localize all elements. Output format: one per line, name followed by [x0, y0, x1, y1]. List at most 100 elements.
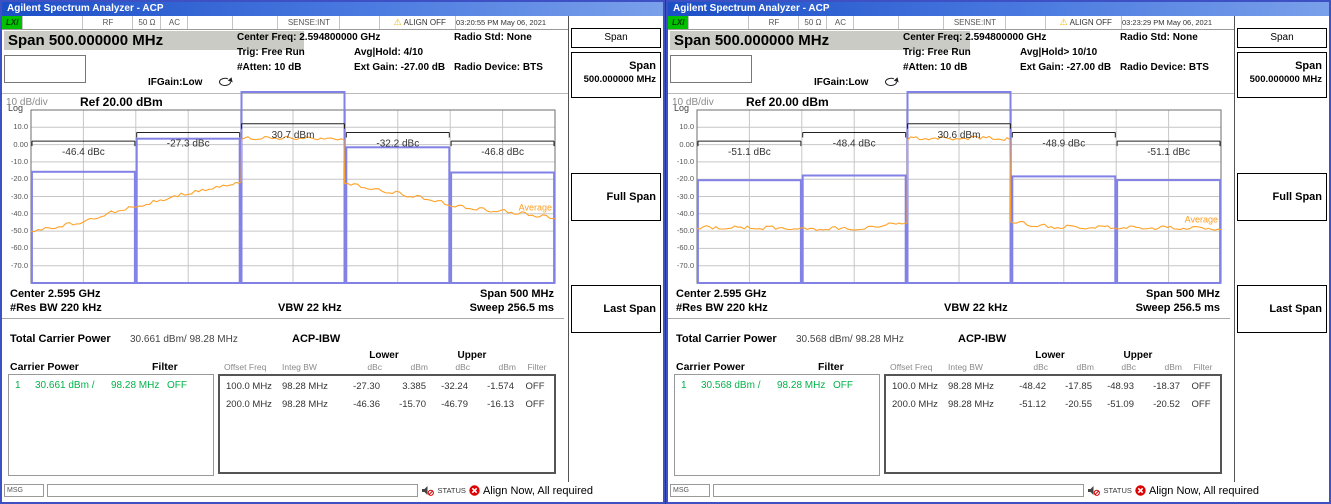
svg-text:-46.8 dBc: -46.8 dBc	[481, 147, 524, 158]
sweep-annotation: Sweep 256.5 ms	[470, 302, 554, 314]
warning-icon: ⚠	[394, 18, 402, 27]
vbw-annotation: VBW 22 kHz	[944, 302, 1008, 314]
window-titlebar[interactable]: Agilent Spectrum Analyzer - ACP	[668, 2, 1329, 16]
status-label: STATUS	[1103, 486, 1131, 495]
offset-col-header: dBc	[340, 362, 382, 372]
offset-cell: 100.0 MHz	[892, 381, 948, 392]
svg-text:-27.3 dBc: -27.3 dBc	[167, 139, 210, 150]
carrier-power: 30.568 dBm /	[701, 380, 760, 391]
y-axis-tick-label: -40.0	[677, 209, 694, 218]
svg-text:Average: Average	[1185, 214, 1218, 224]
ext-gain-readout: Ext Gain: -27.00 dB	[354, 62, 445, 73]
window-titlebar[interactable]: Agilent Spectrum Analyzer - ACP	[2, 2, 663, 16]
offset-cell: -20.55	[1046, 399, 1092, 410]
offset-cell: 98.28 MHz	[282, 399, 340, 410]
table-row: 200.0 MHz 98.28 MHz -46.36 -15.70 -46.79…	[220, 399, 554, 414]
span-softkey-value: 500.000000 MHz	[572, 73, 656, 86]
center-freq-annotation: Center 2.595 GHz	[676, 288, 766, 300]
menu-title: Span	[1237, 28, 1327, 48]
align-status-label: ALIGN OFF	[404, 18, 446, 27]
continuous-sweep-icon	[216, 76, 234, 87]
y-axis-tick-label: -10.0	[677, 157, 694, 166]
span-softkey[interactable]: Span 500.000000 MHz	[571, 52, 661, 98]
offset-col-header: dBm	[382, 362, 428, 372]
last-span-softkey[interactable]: Last Span	[1237, 285, 1327, 333]
span-annotation: Span 500 MHz	[1146, 288, 1220, 300]
softkey-menu: Span Span 500.000000 MHz Full Span Last …	[568, 16, 663, 482]
status-cell	[854, 16, 899, 29]
coupling-indicator: AC	[827, 16, 854, 29]
menu-title: Span	[571, 28, 661, 48]
radio-std-readout: Radio Std: None	[454, 32, 532, 43]
carrier-power-list: 1 30.661 dBm / 98.28 MHz OFF	[8, 374, 214, 476]
offset-cell: -15.70	[380, 399, 426, 410]
center-freq-readout: Center Freq: 2.594800000 GHz	[237, 32, 380, 43]
carrier-power: 30.661 dBm /	[35, 380, 94, 391]
offset-cell: -51.09	[1092, 399, 1134, 410]
offset-cell: -46.36	[338, 399, 380, 410]
lower-group-header: Lower	[1006, 350, 1094, 361]
instrument-status-strip: LXI RF 50 Ω AC SENSE:INT ⚠ ALIGN OFF 03:…	[2, 16, 568, 30]
sense-indicator: SENSE:INT	[278, 16, 340, 29]
carrier-index: 1	[15, 380, 21, 391]
carrier-index: 1	[681, 380, 687, 391]
res-bw-annotation: #Res BW 220 kHz	[676, 302, 768, 314]
message-area	[713, 484, 1084, 497]
radio-device-readout: Radio Device: BTS	[1120, 62, 1209, 73]
span-softkey-value: 500.000000 MHz	[1238, 73, 1322, 86]
offset-col-header: dBm	[1048, 362, 1094, 372]
span-softkey-label: Span	[572, 60, 656, 73]
y-axis: Log 10.00.00-10.0-20.0-30.0-40.0-50.0-60…	[668, 90, 695, 290]
divider	[668, 318, 1230, 319]
status-cell	[340, 16, 380, 29]
measurement-area: LXI RF 50 Ω AC SENSE:INT ⚠ ALIGN OFF 03:…	[668, 16, 1234, 482]
full-span-softkey[interactable]: Full Span	[1237, 173, 1327, 221]
y-axis-tick-label: 10.0	[13, 122, 28, 131]
error-icon	[1135, 485, 1146, 496]
upper-group-header: Upper	[428, 350, 516, 361]
measurement-name: ACP-IBW	[958, 333, 1006, 345]
warning-icon: ⚠	[1060, 18, 1068, 27]
full-span-softkey[interactable]: Full Span	[571, 173, 661, 221]
offset-col-header: Filter	[1184, 362, 1222, 372]
res-bw-annotation: #Res BW 220 kHz	[10, 302, 102, 314]
last-span-softkey[interactable]: Last Span	[571, 285, 661, 333]
msg-box: MSG	[4, 484, 44, 497]
datetime: 03:23:29 PM May 06, 2021	[1122, 16, 1234, 29]
status-cell	[188, 16, 233, 29]
spectrum-chart: -51.1 dBc-48.4 dBc30.6 dBm-48.9 dBc-51.1…	[696, 90, 1222, 285]
alert-message[interactable]: Align Now, All required	[483, 485, 593, 497]
sense-indicator: SENSE:INT	[944, 16, 1006, 29]
span-softkey[interactable]: Span 500.000000 MHz	[1237, 52, 1327, 98]
measurement-name: ACP-IBW	[292, 333, 340, 345]
offset-col-header: dBc	[1006, 362, 1048, 372]
status-cluster: STATUS Align Now, All required	[421, 485, 593, 497]
y-axis-tick-label: 10.0	[679, 122, 694, 131]
upper-group-header: Upper	[1094, 350, 1182, 361]
lxi-badge: LXI	[2, 16, 23, 29]
y-axis-tick-label: -50.0	[11, 226, 28, 235]
offset-results-table: 100.0 MHz 98.28 MHz -27.30 3.385 -32.24 …	[218, 374, 556, 474]
radio-std-readout: Radio Std: None	[1120, 32, 1198, 43]
svg-text:-51.1 dBc: -51.1 dBc	[1147, 147, 1190, 158]
alert-message[interactable]: Align Now, All required	[1149, 485, 1259, 497]
offset-cell: 98.28 MHz	[948, 399, 1006, 410]
svg-text:Average: Average	[519, 202, 552, 212]
speaker-mute-icon	[421, 485, 434, 496]
softkey-menu: Span Span 500.000000 MHz Full Span Last …	[1234, 16, 1329, 482]
offset-cell: -51.12	[1004, 399, 1046, 410]
svg-text:30.7 dBm: 30.7 dBm	[272, 130, 315, 141]
active-entry-box[interactable]	[4, 55, 86, 83]
svg-text:-32.2 dBc: -32.2 dBc	[376, 139, 419, 150]
offset-cell: -20.52	[1134, 399, 1180, 410]
trigger-readout: Trig: Free Run	[903, 47, 971, 58]
active-entry-box[interactable]	[670, 55, 752, 83]
status-cell	[233, 16, 278, 29]
offset-cell: OFF	[1184, 381, 1218, 392]
y-axis-tick-label: -50.0	[677, 226, 694, 235]
avg-hold-readout: Avg|Hold: 4/10	[354, 47, 423, 58]
ifgain-readout: IFGain:Low	[814, 77, 868, 88]
atten-readout: #Atten: 10 dB	[903, 62, 967, 73]
spectrum-chart: -46.4 dBc-27.3 dBc30.7 dBm-32.2 dBc-46.8…	[30, 90, 556, 285]
offset-col-header: dBm	[1136, 362, 1182, 372]
